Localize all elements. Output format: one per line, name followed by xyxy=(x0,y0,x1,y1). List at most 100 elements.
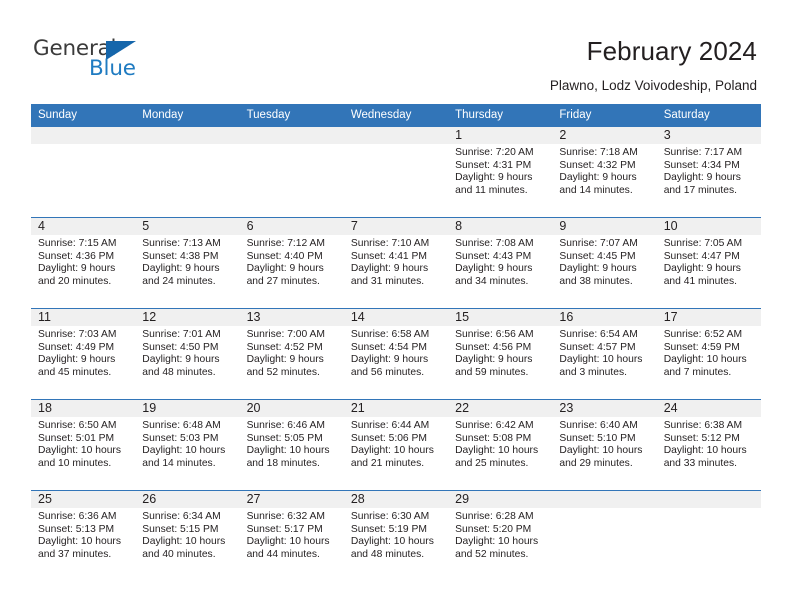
day-sun-info: Sunrise: 7:15 AM Sunset: 4:36 PM Daylight:… xyxy=(31,235,135,288)
calendar-body: 1 Sunrise: 7:20 AM Sunset: 4:31 PM Daylight… xyxy=(31,127,761,581)
sunset-text: Sunset: 5:05 PM xyxy=(246,432,323,444)
day-cell-content xyxy=(239,127,344,217)
calendar-day-cell[interactable]: 5 Sunrise: 7:13 AM Sunset: 4:38 PM Daylight… xyxy=(135,217,240,309)
calendar-day-cell[interactable]: 1 Sunrise: 7:20 AM Sunset: 4:31 PM Daylight… xyxy=(448,127,553,218)
sunset-text: Sunset: 5:01 PM xyxy=(38,432,115,444)
weekday-header-friday: Friday xyxy=(552,104,657,127)
day-cell-content: 19 Sunrise: 6:48 AM Sunset: 5:03 PM Dayligh… xyxy=(135,400,240,490)
sunset-text: Sunset: 4:38 PM xyxy=(142,250,219,262)
daylight-text-line1: Daylight: 10 hours xyxy=(455,445,539,457)
daylight-text-line1: Daylight: 10 hours xyxy=(350,445,434,457)
day-number: 25 xyxy=(31,491,136,508)
calendar-day-cell[interactable]: 28 Sunrise: 6:30 AM Sunset: 5:19 PM Dayligh… xyxy=(343,490,449,581)
daylight-text-line1: Daylight: 9 hours xyxy=(38,263,116,275)
calendar-day-cell-empty xyxy=(135,127,240,218)
calendar-day-cell-empty xyxy=(656,490,761,581)
day-cell-content: 28 Sunrise: 6:30 AM Sunset: 5:19 PM Dayligh… xyxy=(343,491,449,581)
day-sun-info: Sunrise: 7:17 AM Sunset: 4:34 PM Daylight:… xyxy=(657,144,761,197)
daylight-text-line1: Daylight: 9 hours xyxy=(455,263,533,275)
calendar-day-cell[interactable]: 21 Sunrise: 6:44 AM Sunset: 5:06 PM Dayligh… xyxy=(343,399,449,491)
general-blue-logo: General Blue xyxy=(33,36,183,86)
day-number: 1 xyxy=(448,127,553,144)
day-number: 26 xyxy=(135,491,240,508)
calendar-day-cell[interactable]: 24 Sunrise: 6:38 AM Sunset: 5:12 PM Dayligh… xyxy=(656,399,761,491)
calendar-day-cell[interactable]: 15 Sunrise: 6:56 AM Sunset: 4:56 PM Dayligh… xyxy=(448,308,553,400)
calendar-week-row: 4 Sunrise: 7:15 AM Sunset: 4:36 PM Daylight… xyxy=(31,217,761,309)
calendar-day-cell[interactable]: 6 Sunrise: 7:12 AM Sunset: 4:40 PM Daylight… xyxy=(239,217,344,309)
day-number: 9 xyxy=(552,218,657,235)
calendar-day-cell[interactable]: 12 Sunrise: 7:01 AM Sunset: 4:50 PM Dayligh… xyxy=(135,308,240,400)
sunrise-text: Sunrise: 6:52 AM xyxy=(663,329,743,340)
calendar-day-cell[interactable]: 9 Sunrise: 7:07 AM Sunset: 4:45 PM Daylight… xyxy=(552,217,657,309)
calendar-day-cell[interactable]: 18 Sunrise: 6:50 AM Sunset: 5:01 PM Dayligh… xyxy=(31,399,136,491)
calendar-week-row: 1 Sunrise: 7:20 AM Sunset: 4:31 PM Daylight… xyxy=(31,127,761,218)
sunrise-text: Sunrise: 7:17 AM xyxy=(663,147,743,158)
sunrise-text: Sunrise: 7:05 AM xyxy=(663,238,743,249)
day-cell-content: 29 Sunrise: 6:28 AM Sunset: 5:20 PM Dayligh… xyxy=(448,491,553,581)
calendar-day-cell[interactable]: 14 Sunrise: 6:58 AM Sunset: 4:54 PM Dayligh… xyxy=(343,308,449,400)
day-cell-content: 11 Sunrise: 7:03 AM Sunset: 4:49 PM Dayligh… xyxy=(31,309,136,399)
sunset-text: Sunset: 4:34 PM xyxy=(663,159,740,171)
day-number: 4 xyxy=(31,218,136,235)
calendar-day-cell[interactable]: 19 Sunrise: 6:48 AM Sunset: 5:03 PM Dayligh… xyxy=(135,399,240,491)
calendar-day-cell[interactable]: 2 Sunrise: 7:18 AM Sunset: 4:32 PM Daylight… xyxy=(552,127,657,218)
day-cell-content: 8 Sunrise: 7:08 AM Sunset: 4:43 PM Daylight… xyxy=(448,218,553,308)
day-cell-content: 23 Sunrise: 6:40 AM Sunset: 5:10 PM Dayligh… xyxy=(552,400,657,490)
calendar-day-cell[interactable]: 13 Sunrise: 7:00 AM Sunset: 4:52 PM Dayligh… xyxy=(239,308,344,400)
sunset-text: Sunset: 4:57 PM xyxy=(559,341,636,353)
sunset-text: Sunset: 4:49 PM xyxy=(38,341,115,353)
day-number: 23 xyxy=(552,400,657,417)
sunset-text: Sunset: 5:10 PM xyxy=(559,432,636,444)
sunset-text: Sunset: 4:50 PM xyxy=(142,341,219,353)
daylight-text-line1: Daylight: 9 hours xyxy=(350,354,429,366)
day-sun-info: Sunrise: 6:42 AM Sunset: 5:08 PM Daylight:… xyxy=(448,417,552,470)
daylight-text-line2: and 18 minutes. xyxy=(246,457,320,469)
calendar-day-cell[interactable]: 8 Sunrise: 7:08 AM Sunset: 4:43 PM Daylight… xyxy=(448,217,553,309)
day-sun-info: Sunrise: 6:54 AM Sunset: 4:57 PM Daylight:… xyxy=(552,326,656,379)
calendar-day-cell-empty xyxy=(31,127,136,218)
sunrise-text: Sunrise: 6:36 AM xyxy=(38,511,117,522)
calendar-day-cell[interactable]: 16 Sunrise: 6:54 AM Sunset: 4:57 PM Dayligh… xyxy=(552,308,657,400)
calendar-day-cell[interactable]: 11 Sunrise: 7:03 AM Sunset: 4:49 PM Dayligh… xyxy=(31,308,136,400)
weekday-header-monday: Monday xyxy=(135,104,240,127)
daylight-text-line2: and 48 minutes. xyxy=(142,366,216,378)
day-cell-content: 22 Sunrise: 6:42 AM Sunset: 5:08 PM Dayligh… xyxy=(448,400,553,490)
calendar-day-cell[interactable]: 17 Sunrise: 6:52 AM Sunset: 4:59 PM Dayligh… xyxy=(656,308,761,400)
calendar-day-cell[interactable]: 10 Sunrise: 7:05 AM Sunset: 4:47 PM Dayligh… xyxy=(656,217,761,309)
calendar-day-cell[interactable]: 3 Sunrise: 7:17 AM Sunset: 4:34 PM Daylight… xyxy=(656,127,761,218)
calendar-day-cell[interactable]: 23 Sunrise: 6:40 AM Sunset: 5:10 PM Dayligh… xyxy=(552,399,657,491)
calendar-day-cell[interactable]: 25 Sunrise: 6:36 AM Sunset: 5:13 PM Dayligh… xyxy=(31,490,136,581)
calendar-day-cell[interactable]: 20 Sunrise: 6:46 AM Sunset: 5:05 PM Dayligh… xyxy=(239,399,344,491)
sunrise-text: Sunrise: 7:20 AM xyxy=(455,147,534,158)
calendar-week-row: 25 Sunrise: 6:36 AM Sunset: 5:13 PM Dayligh… xyxy=(31,490,761,581)
sunrise-text: Sunrise: 6:38 AM xyxy=(663,420,743,431)
day-number xyxy=(239,127,344,144)
calendar-day-cell[interactable]: 22 Sunrise: 6:42 AM Sunset: 5:08 PM Dayligh… xyxy=(448,399,553,491)
calendar-day-cell[interactable]: 4 Sunrise: 7:15 AM Sunset: 4:36 PM Daylight… xyxy=(31,217,136,309)
day-cell-content: 27 Sunrise: 6:32 AM Sunset: 5:17 PM Dayligh… xyxy=(239,491,344,581)
sunset-text: Sunset: 5:08 PM xyxy=(455,432,532,444)
day-sun-info: Sunrise: 7:00 AM Sunset: 4:52 PM Daylight:… xyxy=(240,326,344,379)
calendar-day-cell[interactable]: 29 Sunrise: 6:28 AM Sunset: 5:20 PM Dayligh… xyxy=(448,490,553,581)
sunrise-text: Sunrise: 6:30 AM xyxy=(350,511,430,522)
sunset-text: Sunset: 5:17 PM xyxy=(246,523,323,535)
sunrise-text: Sunrise: 6:40 AM xyxy=(559,420,638,431)
daylight-text-line1: Daylight: 10 hours xyxy=(663,354,747,366)
sunrise-text: Sunrise: 7:13 AM xyxy=(142,238,221,249)
calendar-day-cell[interactable]: 7 Sunrise: 7:10 AM Sunset: 4:41 PM Daylight… xyxy=(343,217,449,309)
day-sun-info: Sunrise: 7:03 AM Sunset: 4:49 PM Daylight:… xyxy=(31,326,135,379)
page-header: General Blue February 2024 Plawno, Lodz … xyxy=(0,0,792,104)
day-sun-info: Sunrise: 6:44 AM Sunset: 5:06 PM Daylight:… xyxy=(344,417,448,470)
calendar-day-cell[interactable]: 27 Sunrise: 6:32 AM Sunset: 5:17 PM Dayligh… xyxy=(239,490,344,581)
day-cell-content: 18 Sunrise: 6:50 AM Sunset: 5:01 PM Dayligh… xyxy=(31,400,136,490)
calendar-day-cell[interactable]: 26 Sunrise: 6:34 AM Sunset: 5:15 PM Dayligh… xyxy=(135,490,240,581)
daylight-text-line2: and 48 minutes. xyxy=(350,548,425,560)
daylight-text-line2: and 7 minutes. xyxy=(663,366,732,378)
daylight-text-line1: Daylight: 9 hours xyxy=(350,263,429,275)
day-number: 7 xyxy=(343,218,449,235)
calendar-week-row: 18 Sunrise: 6:50 AM Sunset: 5:01 PM Dayligh… xyxy=(31,399,761,491)
day-number: 18 xyxy=(31,400,136,417)
day-sun-info: Sunrise: 6:32 AM Sunset: 5:17 PM Daylight:… xyxy=(240,508,344,561)
sunrise-text: Sunrise: 6:44 AM xyxy=(350,420,430,431)
day-sun-info: Sunrise: 6:36 AM Sunset: 5:13 PM Daylight:… xyxy=(31,508,135,561)
